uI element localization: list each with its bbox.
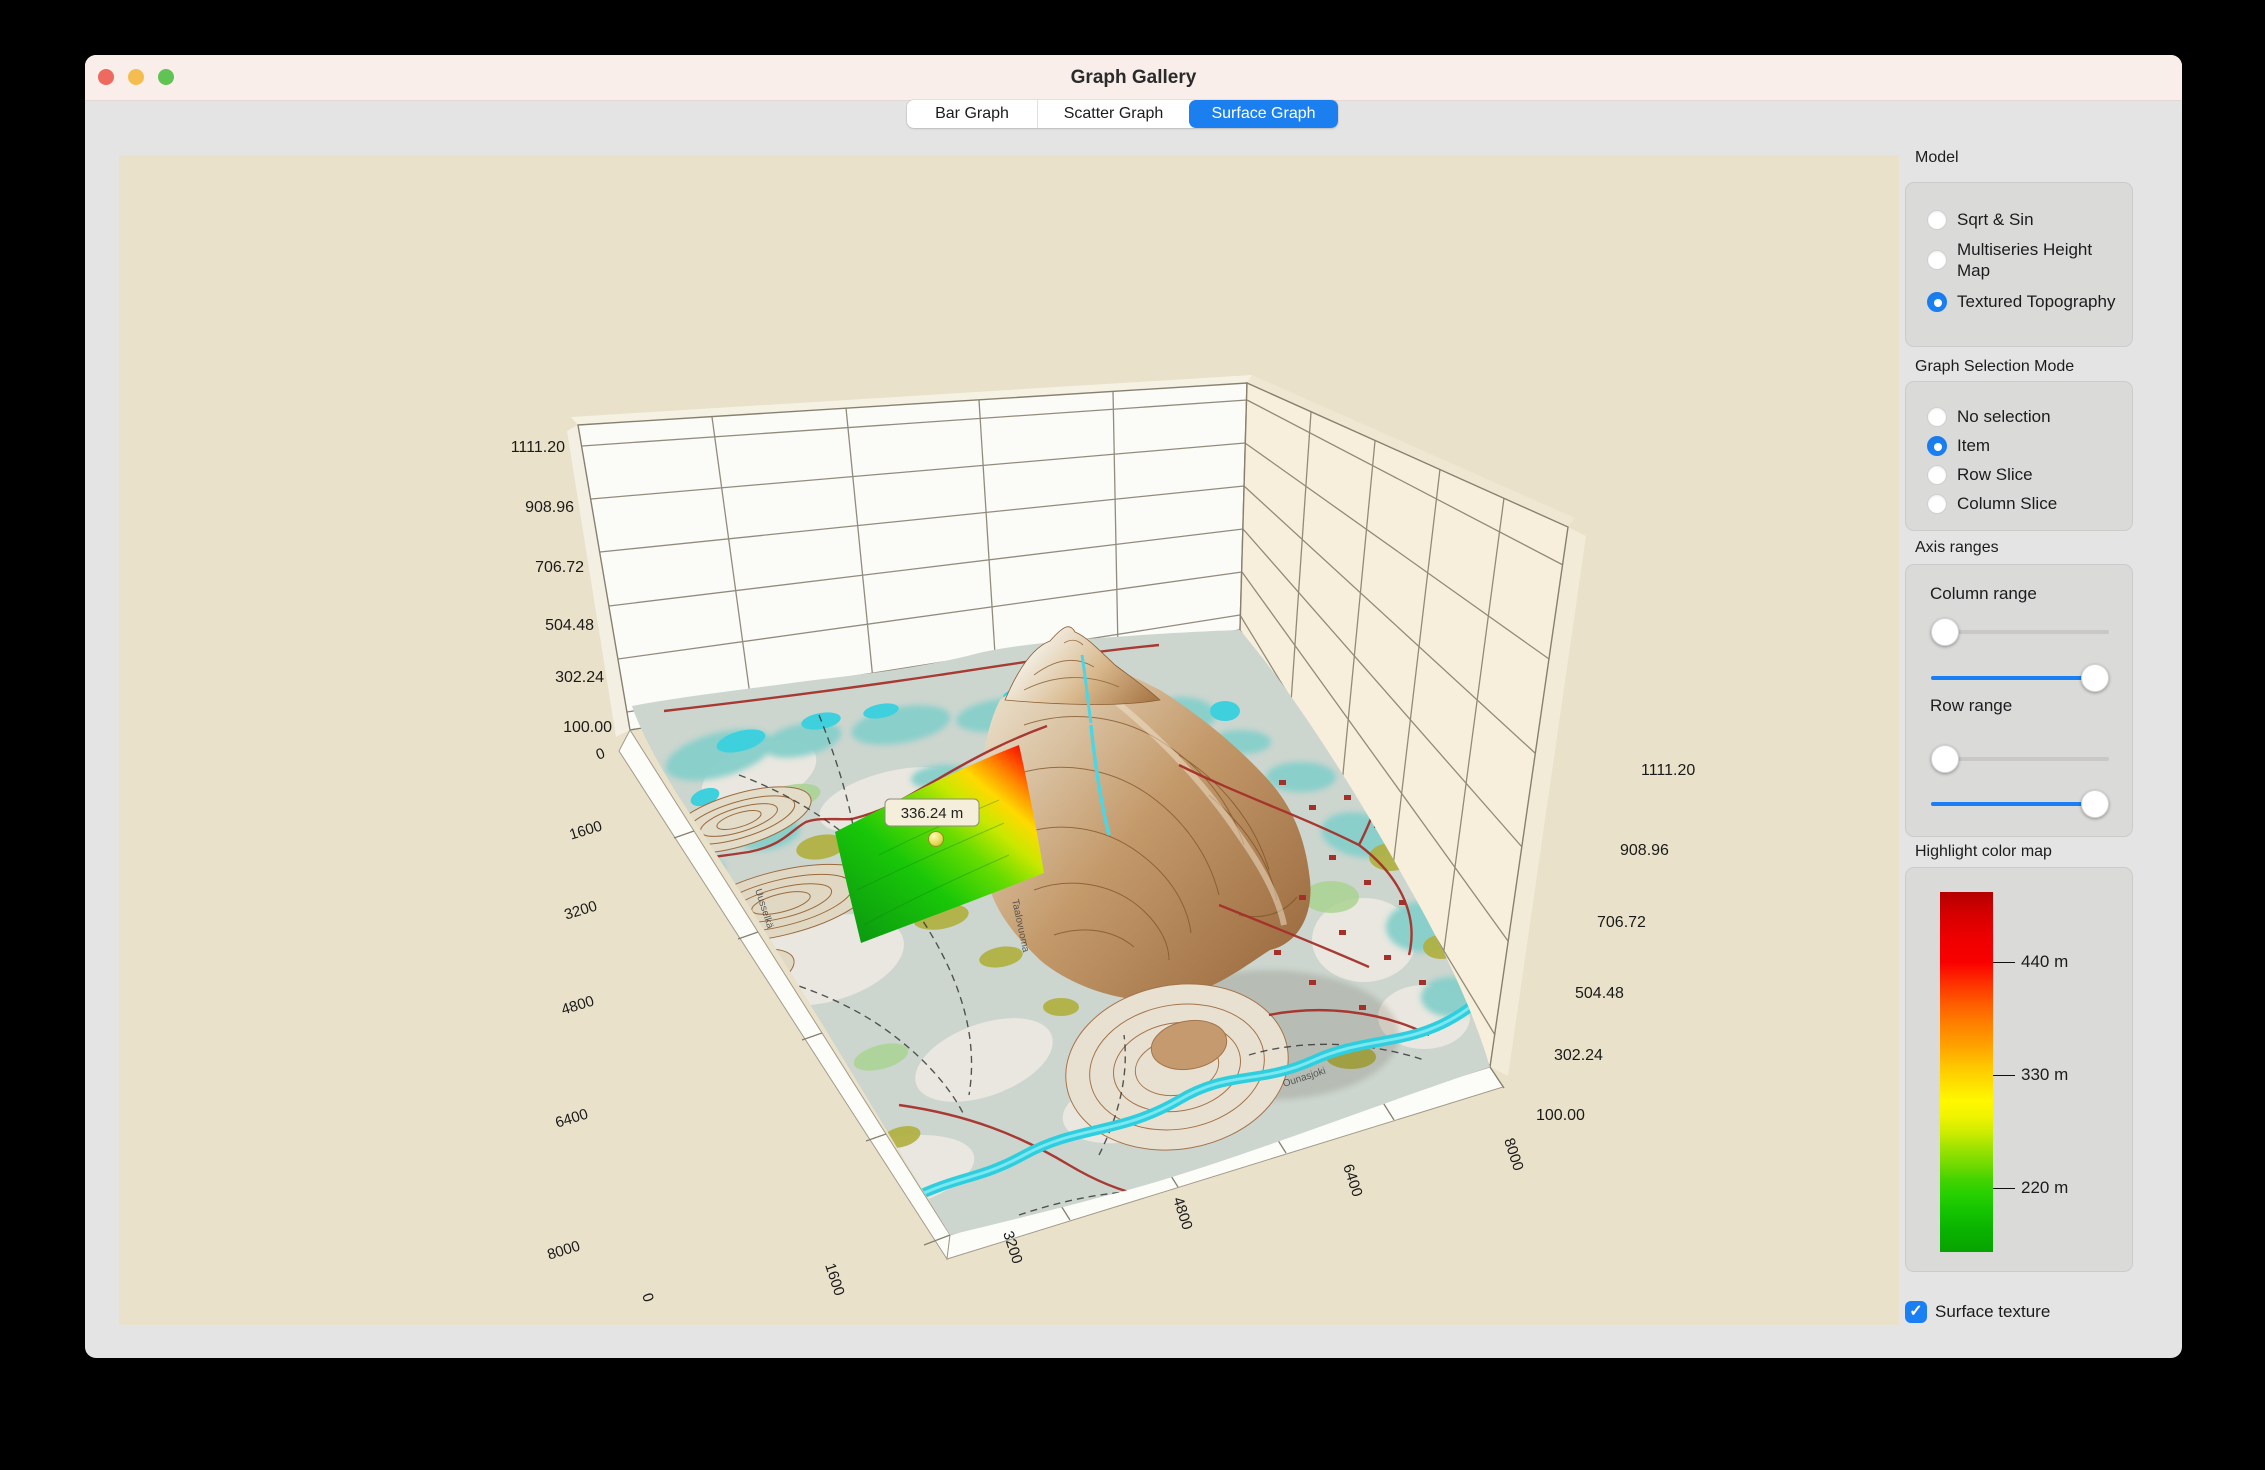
color-map-tick-220 — [1993, 1188, 2015, 1189]
slider-knob[interactable] — [1931, 618, 1959, 646]
svg-text:302.24: 302.24 — [1554, 1047, 1603, 1064]
radio-icon — [1927, 494, 1947, 514]
column-range-min-slider[interactable] — [1931, 617, 2109, 647]
surface-texture-label: Surface texture — [1935, 1302, 2050, 1322]
axis-ranges-groupbox: Column range Row range — [1905, 564, 2133, 837]
titlebar: Graph Gallery — [85, 55, 2182, 101]
tab-bar-graph[interactable]: Bar Graph — [907, 100, 1038, 128]
slider-knob[interactable] — [1931, 745, 1959, 773]
color-map-tick-label-220: 220 m — [2021, 1178, 2068, 1198]
surface-texture-checkbox[interactable] — [1905, 1301, 1927, 1323]
radio-icon-selected — [1927, 436, 1947, 456]
svg-text:908.96: 908.96 — [1620, 842, 1669, 859]
tab-surface-graph[interactable]: Surface Graph — [1189, 100, 1338, 128]
column-range-max-slider[interactable] — [1931, 663, 2109, 693]
svg-text:706.72: 706.72 — [535, 559, 584, 576]
model-groupbox: Sqrt & Sin Multiseries Height Map Textur… — [1905, 182, 2133, 347]
selection-mode-section-label: Graph Selection Mode — [1915, 358, 2074, 376]
radio-multiseries-height-map[interactable]: Multiseries Height Map — [1927, 239, 2117, 281]
radio-icon — [1927, 465, 1947, 485]
axis-ranges-section-label: Axis ranges — [1915, 539, 1999, 557]
app-window: Graph Gallery Bar Graph Scatter Graph Su… — [85, 55, 2182, 1358]
svg-text:1111.20: 1111.20 — [1641, 762, 1695, 779]
color-map-tick-label-440: 440 m — [2021, 952, 2068, 972]
radio-textured-topography[interactable]: Textured Topography — [1927, 291, 2117, 312]
color-map-gradient — [1940, 892, 1993, 1252]
svg-text:706.72: 706.72 — [1597, 914, 1646, 931]
svg-text:100.00: 100.00 — [563, 719, 612, 736]
radio-no-selection[interactable]: No selection — [1927, 406, 2117, 427]
radio-icon — [1927, 250, 1947, 270]
color-map-tick-440 — [1993, 962, 2015, 963]
row-range-min-slider[interactable] — [1931, 744, 2109, 774]
radio-sqrt-sin[interactable]: Sqrt & Sin — [1927, 209, 2117, 230]
selection-mode-groupbox: No selection Item Row Slice Column Slice — [1905, 381, 2133, 531]
model-section-label: Model — [1915, 149, 1959, 167]
svg-text:100.00: 100.00 — [1536, 1107, 1585, 1124]
color-map-tick-label-330: 330 m — [2021, 1065, 2068, 1085]
column-range-label: Column range — [1930, 584, 2037, 604]
svg-text:302.24: 302.24 — [555, 669, 604, 686]
slider-knob[interactable] — [2081, 664, 2109, 692]
radio-icon-selected — [1927, 292, 1947, 312]
window-title: Graph Gallery — [85, 55, 2182, 100]
selection-ball — [929, 832, 944, 847]
svg-text:908.96: 908.96 — [525, 499, 574, 516]
tab-scatter-graph[interactable]: Scatter Graph — [1038, 100, 1189, 128]
radio-row-slice[interactable]: Row Slice — [1927, 464, 2117, 485]
radio-column-slice[interactable]: Column Slice — [1927, 493, 2117, 514]
radio-item[interactable]: Item — [1927, 435, 2117, 456]
svg-text:336.24 m: 336.24 m — [901, 805, 964, 822]
surface-graph-canvas[interactable]: Taalovuoma Ounasjoki Uusselkä — [119, 155, 1899, 1325]
row-range-max-slider[interactable] — [1931, 789, 2109, 819]
row-range-label: Row range — [1930, 696, 2012, 716]
svg-text:1111.20: 1111.20 — [511, 439, 565, 456]
graph-type-tabs: Bar Graph Scatter Graph Surface Graph — [907, 100, 1338, 128]
svg-text:504.48: 504.48 — [545, 617, 594, 634]
radio-icon — [1927, 210, 1947, 230]
color-map-tick-330 — [1993, 1075, 2015, 1076]
slider-knob[interactable] — [2081, 790, 2109, 818]
svg-text:504.48: 504.48 — [1575, 985, 1624, 1002]
radio-icon — [1927, 407, 1947, 427]
color-map-section-label: Highlight color map — [1915, 843, 2052, 861]
